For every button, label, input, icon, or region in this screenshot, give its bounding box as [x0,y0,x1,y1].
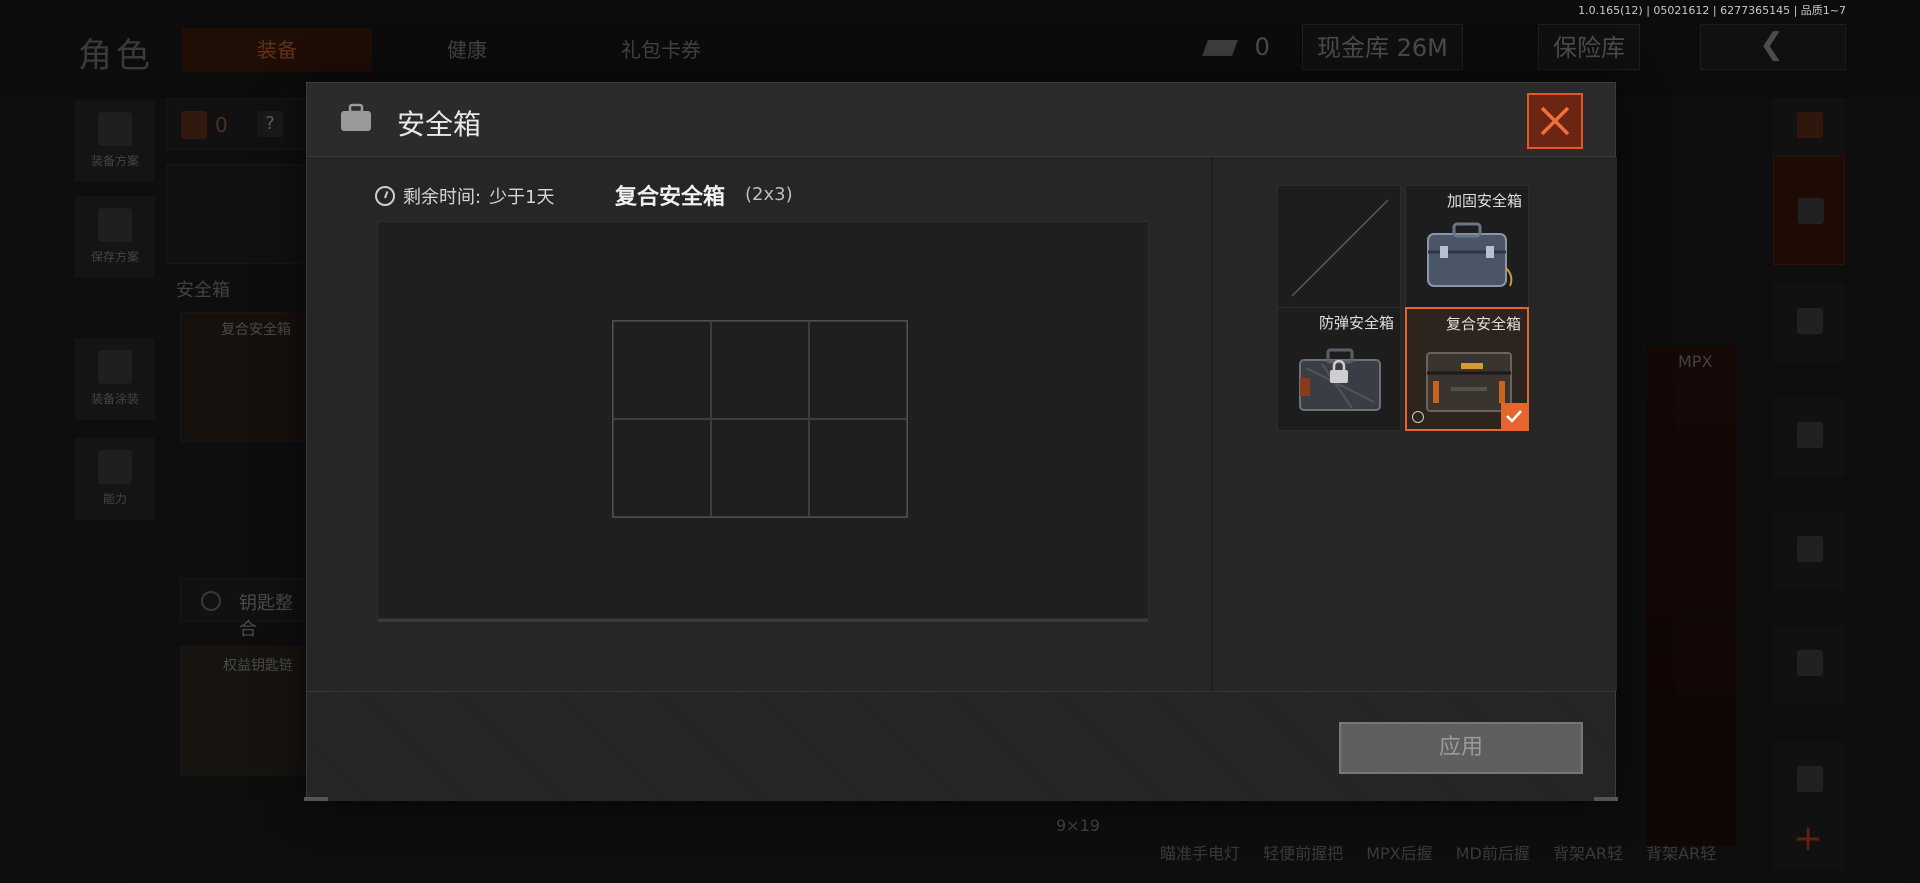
case-option-label: 加固安全箱 [1446,192,1522,210]
dialog-footer: 应用 [307,691,1615,801]
reinforced-case-icon [1427,222,1513,287]
current-case-size: (2x3) [745,184,793,205]
current-case-name: 复合安全箱 [615,185,726,210]
remaining-time: 剩余时间: 少于1天 [375,183,555,209]
selected-check-icon [1501,403,1527,429]
clock-icon [375,186,395,206]
case-preview-pane: 剩余时间: 少于1天 复合安全箱 (2x3) [307,157,1211,691]
case-option-composite[interactable]: 复合安全箱 [1405,307,1529,431]
remaining-time-value: 少于1天 [489,187,555,208]
version-info: 1.0.165(12) | 05021612 | 6277365145 | 品质… [1578,4,1846,17]
storage-grid [612,320,908,518]
dialog-title: 安全箱 [397,108,482,141]
storage-slot[interactable] [809,321,907,419]
timer-icon [1412,411,1424,423]
dialog-header: 安全箱 [307,83,1615,157]
briefcase-icon [341,103,371,131]
case-option-label: 复合安全箱 [1445,315,1521,333]
case-option-bulletproof[interactable]: 防弹安全箱 [1277,307,1401,431]
storage-slot[interactable] [711,419,809,517]
case-storage-area [377,221,1149,622]
storage-slot[interactable] [613,419,711,517]
storage-slot[interactable] [613,321,711,419]
lock-icon [1330,360,1348,383]
case-option-empty[interactable] [1277,185,1401,309]
frame-corner [1594,797,1618,801]
storage-slot[interactable] [809,419,907,517]
stage: 角色 装备 健康 礼包卡券 0 现金库 26M 保险库 ❮ 装备方案 保存方案 … [0,0,1920,883]
close-icon [1540,106,1570,136]
case-options-pane: 加固安全箱 防弹安全箱 复合安全箱 [1213,157,1617,691]
close-button[interactable] [1527,93,1583,149]
empty-slot-icon [1291,199,1389,297]
case-option-reinforced[interactable]: 加固安全箱 [1405,185,1529,309]
apply-button[interactable]: 应用 [1339,722,1583,774]
remaining-time-label: 剩余时间: [403,187,482,208]
storage-slot[interactable] [711,321,809,419]
case-option-label: 防弹安全箱 [1318,314,1394,332]
frame-corner [304,797,328,801]
safe-box-dialog: 安全箱 剩余时间: 少于1天 复合安全箱 (2x3) 加固安全箱 防弹安全箱 复… [304,82,1618,801]
